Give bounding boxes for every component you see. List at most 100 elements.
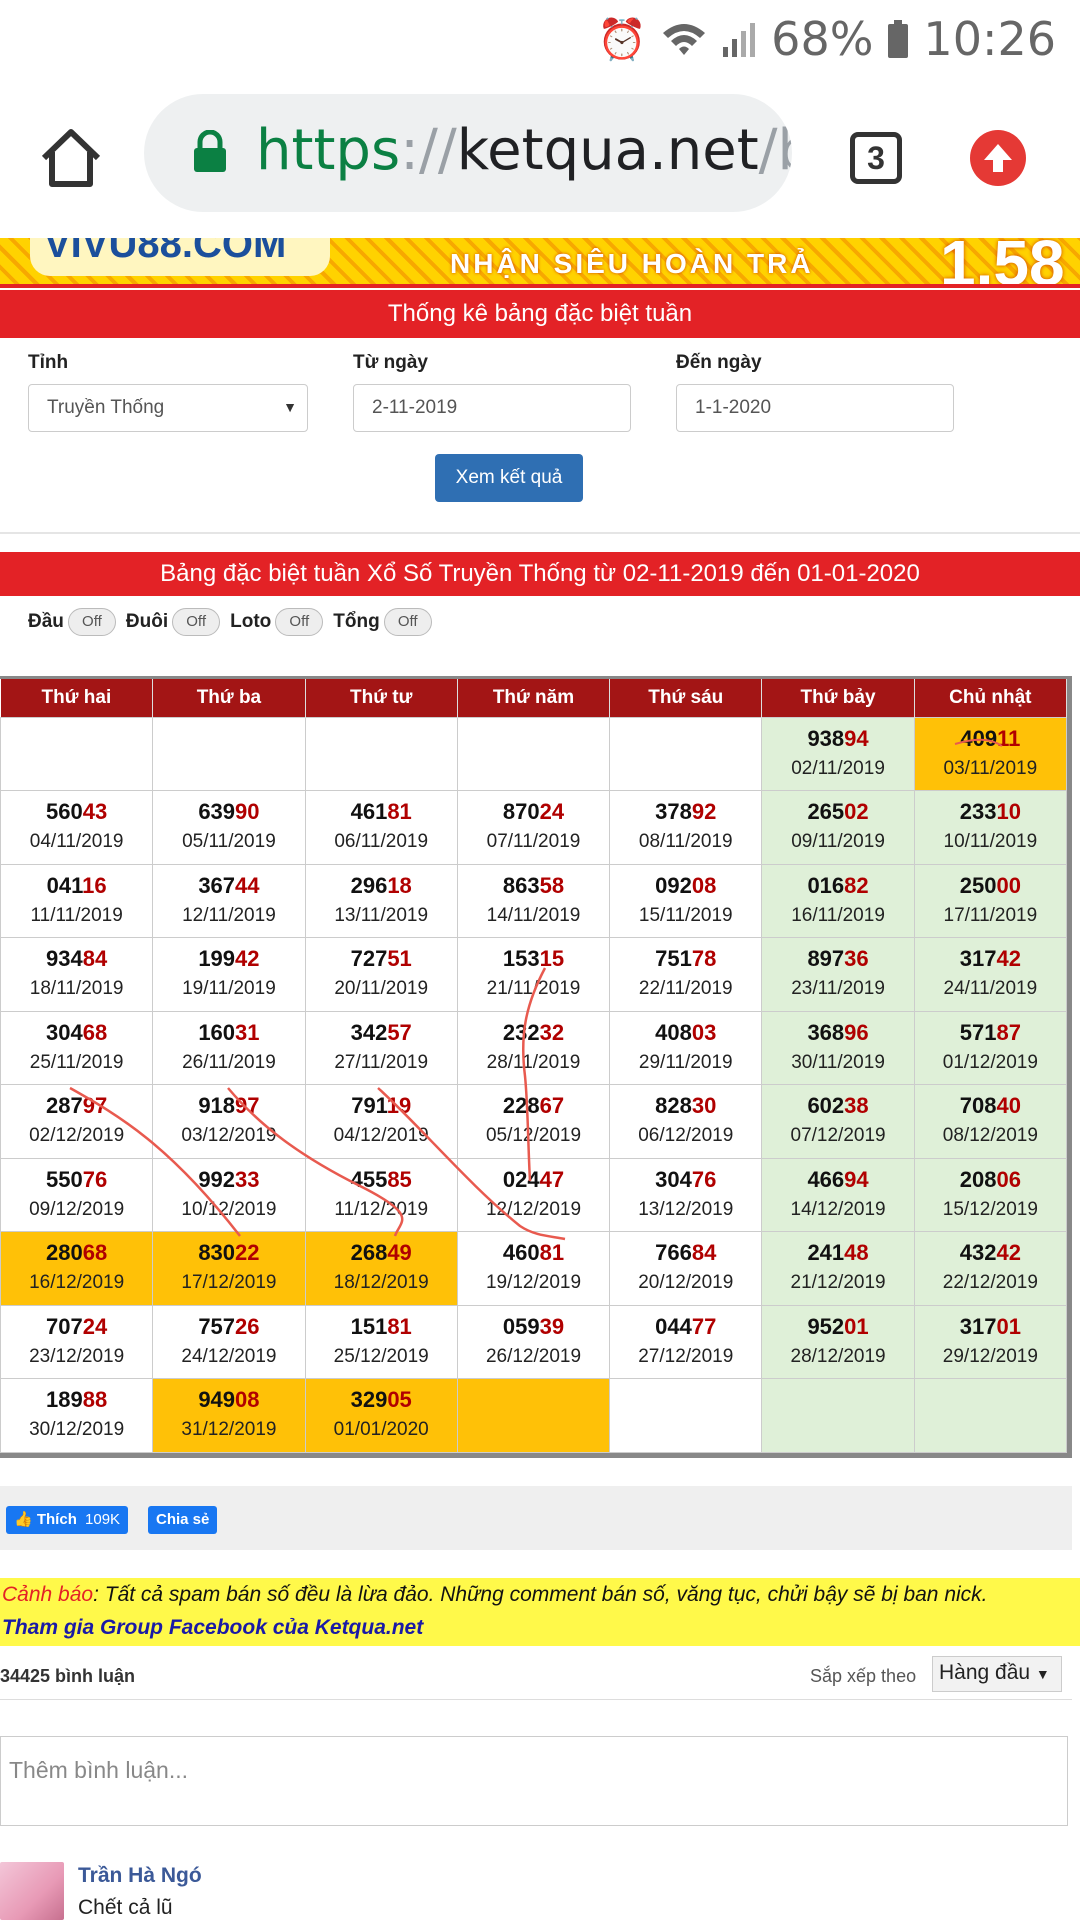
avatar[interactable]	[0, 1862, 64, 1920]
result-date: 12/12/2019	[485, 1198, 582, 1220]
number-head: 870	[502, 799, 540, 825]
number-head: 304	[46, 1019, 83, 1045]
number-tail: 08	[235, 1387, 260, 1413]
result-cell: 31742 24/11/2019	[913, 937, 1068, 1012]
result-cell: 20806 15/12/2019	[913, 1157, 1068, 1232]
result-date: 31/12/2019	[181, 1419, 277, 1441]
number-head: 317	[959, 1313, 997, 1339]
result-cell	[456, 1378, 611, 1453]
number-tail: 08	[691, 872, 717, 898]
ad-promo-text: NHẬN SIÊU HOÀN TRẢ	[450, 248, 814, 279]
toggle-label: Tổng	[333, 611, 380, 632]
result-date: 06/12/2019	[638, 1125, 734, 1147]
update-button[interactable]	[970, 130, 1026, 186]
result-date: 26/12/2019	[485, 1345, 582, 1367]
comment-input[interactable]: Thêm bình luận...	[0, 1736, 1068, 1826]
view-results-button[interactable]: Xem kết quả	[435, 454, 583, 502]
result-cell	[609, 716, 763, 791]
result-number: 23310	[915, 797, 1066, 827]
fb-share-button[interactable]: Chia sẻ	[148, 1506, 218, 1534]
number-tail: 88	[82, 1387, 108, 1413]
number-head: 707	[46, 1313, 83, 1339]
result-cell: 55076 09/12/2019	[0, 1157, 154, 1232]
result-date: 27/11/2019	[334, 1051, 429, 1073]
result-date: 19/12/2019	[485, 1272, 582, 1294]
number-head: 160	[198, 1019, 236, 1045]
number-tail: 33	[235, 1166, 260, 1192]
from-date-input[interactable]: 2-11-2019	[353, 384, 631, 432]
result-number: 87024	[458, 797, 609, 827]
number-head: 934	[46, 946, 83, 972]
fb-like-label: Thích	[36, 1511, 77, 1528]
number-head: 199	[198, 946, 236, 972]
result-cell: 57187 01/12/2019	[913, 1010, 1068, 1085]
number-head: 408	[655, 1019, 692, 1045]
table-row: 56043 04/11/2019 63990 05/11/2019 46181 06/11…	[0, 790, 1068, 865]
sort-value: Hàng đầu	[939, 1661, 1031, 1684]
number-head: 727	[350, 946, 388, 972]
number-head: 560	[46, 799, 83, 825]
number-tail: 15	[539, 946, 565, 972]
result-cell: 26849 18/12/2019	[304, 1231, 458, 1306]
toggle-switch[interactable]: Off	[172, 608, 221, 636]
number-tail: 97	[235, 1093, 260, 1119]
battery-percent: 68%	[771, 12, 874, 66]
result-cell: 99233 10/12/2019	[152, 1157, 306, 1232]
table-row: 04116 11/11/2019 36744 12/11/2019 29618 13/11…	[0, 863, 1068, 938]
number-head: 250	[959, 872, 997, 898]
spam-warning: Cảnh báo: Tất cả spam bán số đều là lừa …	[0, 1578, 1080, 1646]
result-cell: 89736 23/11/2019	[761, 937, 915, 1012]
comments-header: 34425 bình luận Sắp xếp theo Hàng đầu ▼	[0, 1646, 1072, 1700]
url-text[interactable]: https://ketqua.net/ba	[256, 118, 792, 183]
result-number: 56043	[1, 797, 152, 827]
to-date-input[interactable]: 1-1-2020	[676, 384, 954, 432]
number-tail: 51	[387, 946, 412, 972]
toggle-row: Đầu Off Đuôi Off Loto Off Tổng Off	[28, 608, 438, 636]
result-date: 15/12/2019	[942, 1198, 1038, 1220]
table-row: 18988 30/12/2019 94908 31/12/2019 32905 01/01…	[0, 1378, 1068, 1453]
number-head: 791	[351, 1093, 387, 1119]
result-number: 63990	[153, 797, 304, 827]
number-tail: 00	[996, 872, 1021, 898]
toggle-switch[interactable]: Off	[67, 608, 116, 636]
number-head: 409	[960, 725, 998, 751]
number-tail: 84	[82, 946, 108, 972]
number-head: 460	[502, 1240, 540, 1266]
result-date: 01/12/2019	[942, 1051, 1038, 1073]
result-date: 17/11/2019	[943, 904, 1038, 926]
result-cell: 16031 26/11/2019	[152, 1010, 306, 1085]
number-head: 153	[502, 946, 540, 972]
number-tail: 05	[387, 1387, 412, 1413]
result-number: 55076	[1, 1165, 152, 1195]
result-cell: 70840 08/12/2019	[913, 1084, 1068, 1159]
table-header-row: Thứ hai Thứ ba Thứ tư Thứ năm Thứ sáu Thứ bảy…	[0, 679, 1068, 717]
result-number: 31742	[915, 944, 1066, 974]
result-number: 30468	[1, 1018, 152, 1048]
facebook-group-link[interactable]: Tham gia Group Facebook của Ketqua.net	[2, 1616, 423, 1639]
sort-select[interactable]: Hàng đầu ▼	[932, 1656, 1062, 1692]
address-bar[interactable]: https://ketqua.net/ba	[144, 94, 792, 212]
home-icon[interactable]	[38, 126, 104, 192]
result-cell: 87024 07/11/2019	[456, 790, 611, 865]
fb-like-button[interactable]: 👍 Thích 109K	[6, 1506, 129, 1534]
number-head: 368	[807, 1019, 845, 1045]
tab-switcher-button[interactable]: 3	[850, 132, 902, 184]
number-head: 241	[807, 1240, 845, 1266]
sort-label: Sắp xếp theo	[810, 1666, 917, 1686]
result-cell: 72751 20/11/2019	[304, 937, 458, 1012]
result-number: 15315	[458, 944, 609, 974]
result-cell: 04116 11/11/2019	[0, 863, 154, 938]
comment-author[interactable]: Trần Hà Ngó	[78, 1864, 202, 1888]
number-tail: 01	[844, 1313, 869, 1339]
number-head: 432	[959, 1240, 997, 1266]
result-number: 23232	[458, 1018, 609, 1048]
province-select[interactable]: Truyền Thống ▼	[28, 384, 308, 432]
chevron-down-icon: ▼	[1035, 1666, 1050, 1682]
ad-banner[interactable]: VIVU88.COM NHẬN SIÊU HOÀN TRẢ 1.58	[0, 238, 1080, 288]
toggle-switch[interactable]: Off	[383, 608, 432, 636]
result-cell: 30468 25/11/2019	[0, 1010, 154, 1085]
number-head: 024	[502, 1166, 540, 1192]
toggle-switch[interactable]: Off	[275, 608, 324, 636]
number-tail: 76	[82, 1166, 108, 1192]
result-cell: 23232 28/11/2019	[456, 1010, 611, 1085]
